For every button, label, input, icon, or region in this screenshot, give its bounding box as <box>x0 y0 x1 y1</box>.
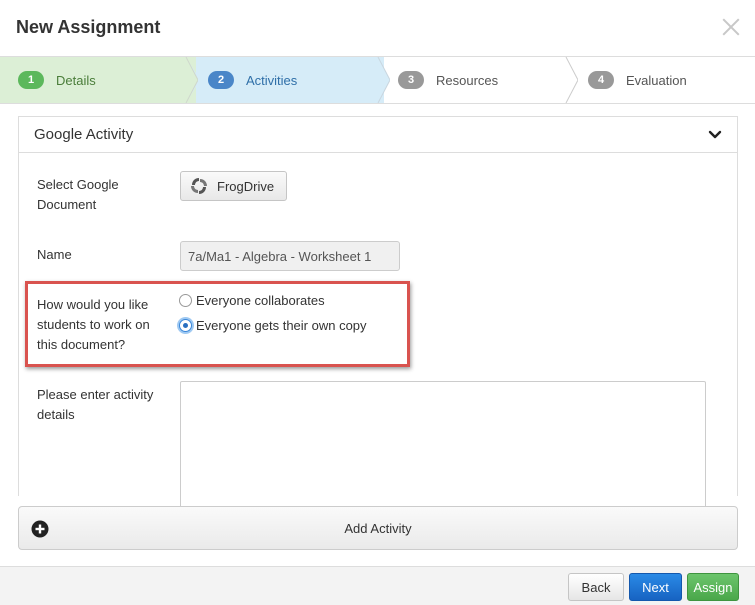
step-label: Evaluation <box>626 72 687 88</box>
step-separator-icon <box>565 57 578 103</box>
activity-panel-header[interactable]: Google Activity <box>19 117 737 153</box>
radio-button[interactable] <box>179 319 192 332</box>
details-textarea[interactable] <box>180 381 706 511</box>
name-field[interactable] <box>180 241 400 271</box>
label-line: How would you like <box>37 297 149 312</box>
step-details[interactable]: 1 Details <box>0 57 196 103</box>
frogdrive-icon <box>191 178 207 194</box>
details-label: Please enter activity details <box>37 385 153 425</box>
plus-circle-icon <box>31 520 49 538</box>
work-mode-label: How would you like students to work on t… <box>37 295 150 355</box>
step-number: 4 <box>588 71 614 89</box>
radio-button[interactable] <box>179 294 192 307</box>
name-label: Name <box>37 247 72 262</box>
frogdrive-label: FrogDrive <box>217 178 275 194</box>
step-separator-icon <box>184 57 198 103</box>
step-number: 2 <box>208 71 234 89</box>
next-button[interactable]: Next <box>629 573 682 601</box>
step-label: Activities <box>246 72 298 88</box>
step-number: 3 <box>398 71 424 89</box>
step-label: Resources <box>436 72 499 88</box>
label-line: this document? <box>37 337 126 352</box>
label-line: details <box>37 407 75 422</box>
close-icon[interactable] <box>721 14 741 38</box>
select-document-label: Select Google Document <box>37 175 119 215</box>
radio-label: Everyone gets their own copy <box>196 318 367 333</box>
label-line: Select Google <box>37 177 119 192</box>
add-activity-label: Add Activity <box>344 520 412 536</box>
radio-label: Everyone collaborates <box>196 293 325 308</box>
step-resources[interactable]: 3 Resources <box>384 57 572 103</box>
step-activities[interactable]: 2 Activities <box>196 57 384 103</box>
step-label: Details <box>56 72 96 88</box>
step-evaluation[interactable]: 4 Evaluation <box>572 57 755 103</box>
chevron-down-icon[interactable] <box>707 127 723 143</box>
modal-title: New Assignment <box>16 17 161 37</box>
back-button[interactable]: Back <box>568 573 624 601</box>
radio-option-collaborate[interactable]: Everyone collaborates <box>179 293 325 308</box>
add-activity-button[interactable]: Add Activity <box>18 506 738 550</box>
label-line: Please enter activity <box>37 387 154 402</box>
step-number: 1 <box>18 71 44 89</box>
frogdrive-button[interactable]: FrogDrive <box>180 171 287 201</box>
wizard-steps: 1 Details 2 Activities 3 Resources 4 Eva… <box>0 56 755 104</box>
label-line: students to work on <box>37 317 150 332</box>
activity-heading: Google Activity <box>34 126 134 143</box>
step-separator-icon <box>376 57 390 103</box>
assign-button[interactable]: Assign <box>687 573 739 601</box>
radio-option-own-copy[interactable]: Everyone gets their own copy <box>179 318 367 333</box>
modal-header: New Assignment <box>0 0 755 56</box>
label-line: Document <box>37 197 97 212</box>
